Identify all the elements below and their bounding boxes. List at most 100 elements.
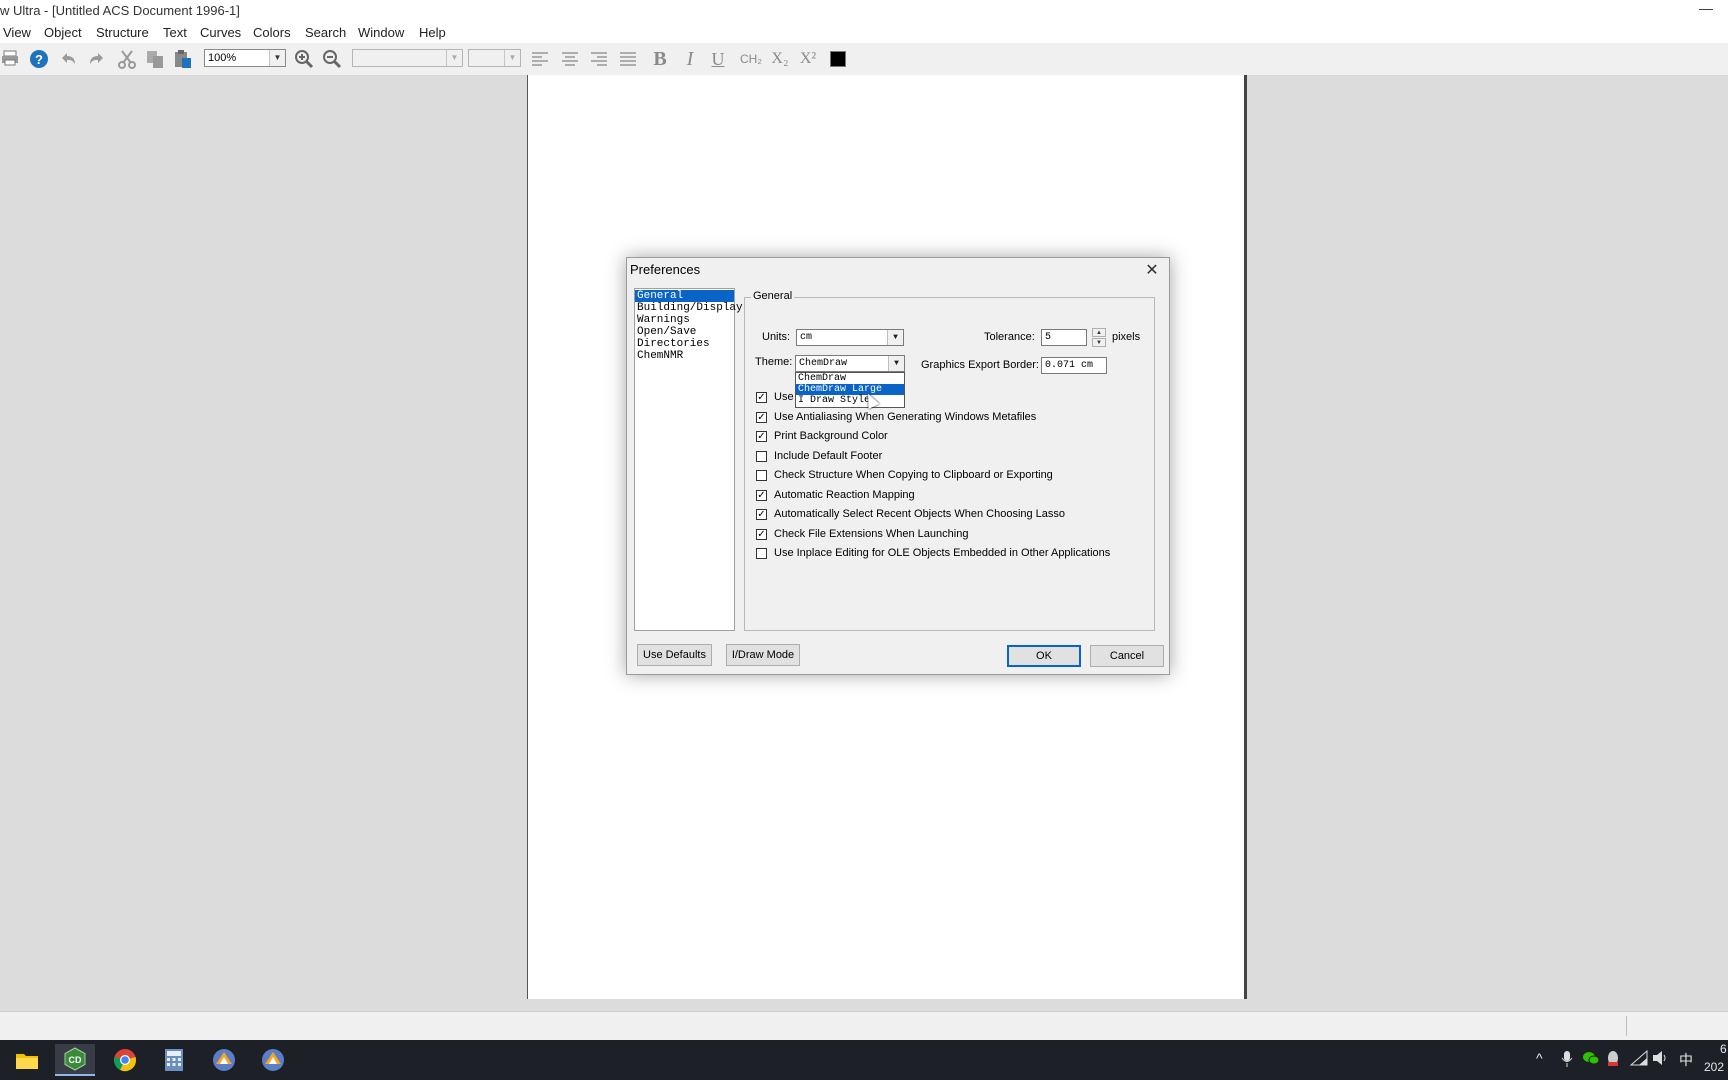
underline-icon[interactable]: U bbox=[708, 49, 728, 69]
chevron-down-icon: ▼ bbox=[446, 50, 462, 66]
theme-option-idraw-style[interactable]: I Draw Style bbox=[796, 395, 904, 406]
calculator-icon[interactable] bbox=[154, 1044, 194, 1076]
menu-curves[interactable]: Curves bbox=[200, 25, 241, 40]
font-size-select[interactable]: ▼ bbox=[468, 49, 521, 67]
menu-colors[interactable]: Colors bbox=[253, 25, 291, 40]
menu-object[interactable]: Object bbox=[44, 25, 82, 40]
toolbar: ? 100% ▼ ▼ ▼ B I U CH₂ X₂ X² bbox=[0, 43, 1728, 76]
network-icon[interactable] bbox=[1629, 1049, 1648, 1069]
subscript-icon[interactable]: X₂ bbox=[770, 49, 790, 69]
tray-chevron-icon[interactable]: ^ bbox=[1536, 1050, 1543, 1066]
chemdraw-3d-icon[interactable] bbox=[204, 1044, 244, 1076]
category-directories[interactable]: Directories bbox=[635, 338, 734, 350]
font-select[interactable]: ▼ bbox=[352, 49, 463, 67]
checkbox-reaction-mapping[interactable]: ✓ bbox=[756, 490, 767, 501]
ime-indicator[interactable]: 中 bbox=[1679, 1050, 1693, 1070]
redo-icon[interactable] bbox=[87, 49, 107, 69]
cut-icon[interactable] bbox=[117, 49, 137, 69]
checkbox-print-background[interactable]: ✓ bbox=[756, 431, 767, 442]
checkbox-label: Automatically Select Recent Objects When… bbox=[774, 508, 1066, 520]
minimize-button[interactable]: — bbox=[1696, 0, 1716, 20]
title-bar: w Ultra - [Untitled ACS Document 1996-1]… bbox=[0, 0, 1728, 22]
ok-button[interactable]: OK bbox=[1007, 645, 1081, 667]
use-defaults-button[interactable]: Use Defaults bbox=[637, 644, 712, 666]
chevron-down-icon: ▼ bbox=[504, 50, 520, 66]
taskbar: CD ^ 中 6 202 bbox=[0, 1040, 1728, 1080]
checkbox-label: Include Default Footer bbox=[774, 450, 883, 462]
export-border-label: Graphics Export Border: bbox=[921, 359, 1039, 371]
category-list[interactable]: General Building/Display Warnings Open/S… bbox=[634, 288, 743, 631]
checkbox-check-structure[interactable] bbox=[756, 470, 767, 481]
checkbox-select-recent[interactable]: ✓ bbox=[756, 509, 767, 520]
close-icon[interactable]: ✕ bbox=[1141, 260, 1163, 282]
align-left-icon[interactable] bbox=[530, 49, 550, 69]
microphone-icon[interactable] bbox=[1561, 1050, 1573, 1071]
tolerance-label: Tolerance: bbox=[984, 331, 1035, 343]
paste-icon[interactable] bbox=[173, 49, 193, 69]
print-icon[interactable] bbox=[0, 49, 20, 69]
category-chemnmr[interactable]: ChemNMR bbox=[635, 350, 734, 362]
menu-text[interactable]: Text bbox=[163, 25, 187, 40]
chemdraw-icon[interactable]: CD bbox=[55, 1044, 95, 1076]
category-open-save[interactable]: Open/Save bbox=[635, 326, 734, 338]
category-warnings[interactable]: Warnings bbox=[635, 314, 734, 326]
checkbox-file-extensions[interactable]: ✓ bbox=[756, 529, 767, 540]
menu-window[interactable]: Window bbox=[358, 25, 404, 40]
export-border-field[interactable]: 0.071 cm bbox=[1041, 357, 1107, 374]
clock-date[interactable]: 202 bbox=[1704, 1060, 1724, 1074]
units-select[interactable]: cm ▼ bbox=[796, 329, 904, 346]
chrome-icon[interactable] bbox=[105, 1044, 145, 1076]
help-icon[interactable]: ? bbox=[29, 49, 49, 69]
chemdraw-3d-icon[interactable] bbox=[253, 1044, 293, 1076]
export-border-value: 0.071 cm bbox=[1045, 360, 1094, 371]
theme-dropdown-list[interactable]: ChemDraw ChemDraw Large I Draw Style bbox=[795, 372, 905, 408]
theme-select[interactable]: ChemDraw ▼ bbox=[795, 355, 905, 372]
tolerance-value: 5 bbox=[1045, 332, 1052, 343]
zoom-out-icon[interactable] bbox=[322, 49, 342, 69]
checkbox-default-footer[interactable] bbox=[756, 451, 767, 462]
cancel-button[interactable]: Cancel bbox=[1090, 645, 1164, 667]
superscript-icon[interactable]: X² bbox=[798, 49, 818, 69]
checkbox-label: Automatic Reaction Mapping bbox=[774, 489, 915, 501]
zoom-select[interactable]: 100% ▼ bbox=[204, 49, 286, 67]
checkbox-label: Check File Extensions When Launching bbox=[774, 528, 969, 540]
tolerance-unit: pixels bbox=[1112, 331, 1141, 343]
category-general[interactable]: General bbox=[635, 290, 734, 302]
wechat-icon[interactable] bbox=[1582, 1050, 1600, 1069]
menu-view[interactable]: View bbox=[3, 25, 31, 40]
theme-option-chemdraw[interactable]: ChemDraw bbox=[796, 373, 904, 384]
spin-down-icon[interactable]: ▼ bbox=[1092, 338, 1106, 347]
undo-icon[interactable] bbox=[58, 49, 78, 69]
menu-help[interactable]: Help bbox=[419, 25, 446, 40]
checkbox-use[interactable]: ✓ bbox=[756, 392, 767, 403]
dialog-title: Preferences bbox=[630, 262, 701, 277]
qq-icon[interactable] bbox=[1606, 1050, 1620, 1071]
checkbox-label: Use Antialiasing When Generating Windows… bbox=[774, 411, 1037, 423]
zoom-in-icon[interactable] bbox=[294, 49, 314, 69]
units-value: cm bbox=[800, 332, 813, 343]
file-explorer-icon[interactable] bbox=[7, 1044, 47, 1076]
volume-icon[interactable] bbox=[1652, 1050, 1670, 1069]
zoom-value: 100% bbox=[208, 52, 237, 64]
theme-value: ChemDraw bbox=[799, 358, 848, 369]
italic-icon[interactable]: I bbox=[680, 49, 700, 69]
align-right-icon[interactable] bbox=[589, 49, 609, 69]
formula-icon[interactable]: CH₂ bbox=[737, 49, 765, 69]
menu-structure[interactable]: Structure bbox=[96, 25, 149, 40]
checkbox-inplace-editing[interactable] bbox=[756, 548, 767, 559]
menu-search[interactable]: Search bbox=[305, 25, 346, 40]
copy-icon[interactable] bbox=[145, 49, 165, 69]
align-center-icon[interactable] bbox=[560, 49, 580, 69]
group-title: General bbox=[751, 290, 795, 302]
theme-option-chemdraw-large[interactable]: ChemDraw Large bbox=[796, 384, 904, 395]
tolerance-field[interactable]: 5 bbox=[1041, 329, 1087, 346]
svg-text:CD: CD bbox=[69, 1055, 82, 1065]
category-building-display[interactable]: Building/Display bbox=[635, 302, 743, 314]
spin-up-icon[interactable]: ▲ bbox=[1092, 328, 1106, 337]
idraw-mode-button[interactable]: I/Draw Mode bbox=[726, 644, 800, 666]
clock-time[interactable]: 6 bbox=[1720, 1042, 1727, 1056]
color-swatch[interactable] bbox=[830, 51, 846, 67]
justify-icon[interactable] bbox=[618, 49, 638, 69]
bold-icon[interactable]: B bbox=[650, 49, 670, 69]
checkbox-antialiasing[interactable]: ✓ bbox=[756, 412, 767, 423]
